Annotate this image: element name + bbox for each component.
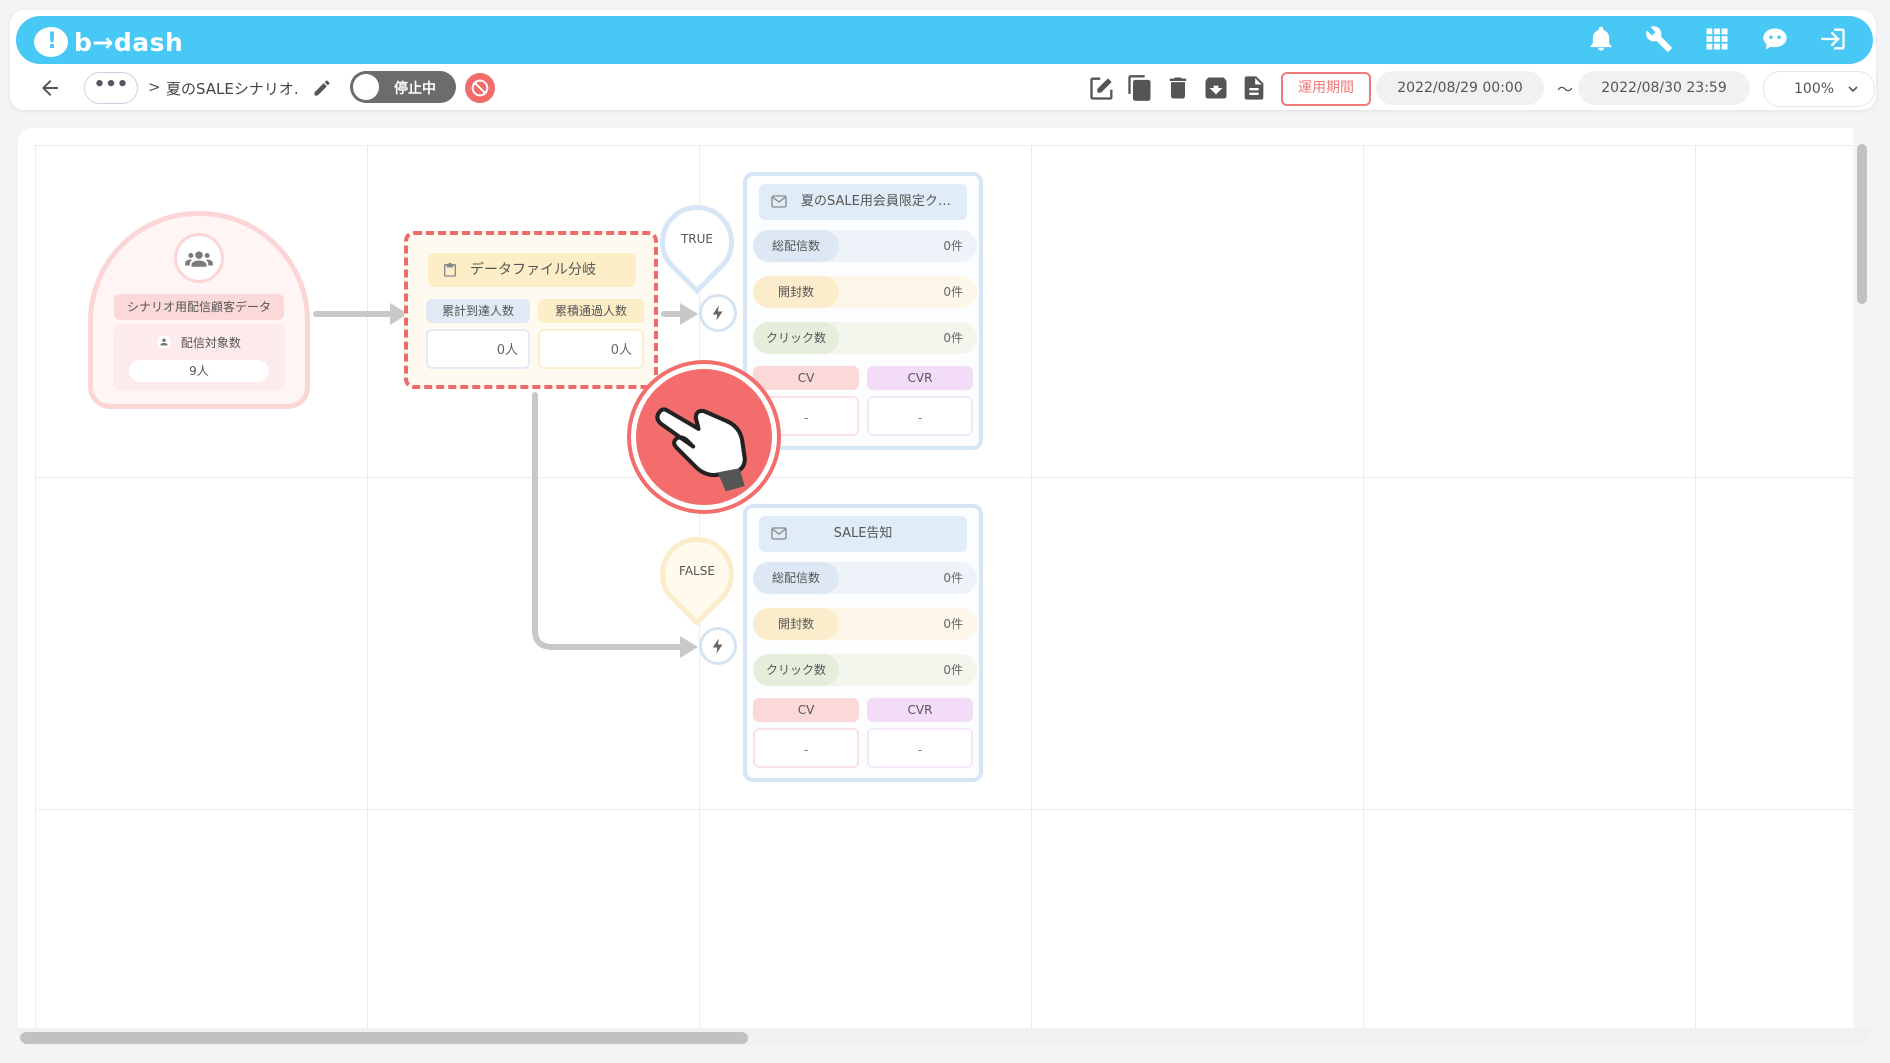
chevron-down-icon <box>1848 86 1858 93</box>
cvr-value: - <box>867 396 973 436</box>
start-metric-row: 配信対象数 <box>113 334 285 351</box>
target-count-value: 9人 <box>129 360 269 382</box>
click-value: 0件 <box>943 331 963 345</box>
open-value: 0件 <box>943 285 963 299</box>
click-value: 0件 <box>943 663 963 677</box>
cvr-value: - <box>867 728 973 768</box>
mail-node-false[interactable]: SALE告知 総配信数 0件 開封数 0件 クリック数 0件 CV CVR - … <box>743 504 983 782</box>
zoom-select[interactable]: 100% <box>1763 71 1875 107</box>
document-icon[interactable] <box>1240 74 1268 102</box>
operation-period-button[interactable]: 運用期間 <box>1281 72 1371 106</box>
apps-grid-icon[interactable] <box>1700 22 1734 56</box>
open-label: 開封数 <box>753 276 839 308</box>
mail-icon <box>771 195 787 208</box>
status-toggle-label: 停止中 <box>394 81 436 97</box>
person-icon <box>157 335 171 349</box>
wrench-icon[interactable] <box>1642 22 1676 56</box>
click-label: クリック数 <box>753 654 839 686</box>
breadcrumb-more-button[interactable]: ••• <box>84 72 138 104</box>
sent-row: 総配信数 0件 <box>753 230 977 262</box>
mail-node-true[interactable]: 夏のSALE用会員限定ク… 総配信数 0件 開封数 0件 クリック数 0件 CV… <box>743 172 983 450</box>
click-row: クリック数 0件 <box>753 654 977 686</box>
copy-icon[interactable] <box>1126 74 1154 102</box>
open-row: 開封数 0件 <box>753 276 977 308</box>
sent-value: 0件 <box>943 239 963 253</box>
mail-title-text: 夏のSALE用会員限定ク… <box>801 194 951 209</box>
bell-icon[interactable] <box>1584 22 1618 56</box>
click-label: クリック数 <box>753 322 839 354</box>
no-entry-icon[interactable] <box>465 73 495 103</box>
back-arrow-icon[interactable] <box>38 76 62 100</box>
breadcrumb-separator: > <box>148 78 161 96</box>
passed-count-value: 0人 <box>538 329 644 369</box>
date-range-separator: 〜 <box>1557 80 1574 99</box>
scenario-title: 夏のSALEシナリオ. <box>166 80 299 98</box>
clipboard-icon <box>444 262 456 277</box>
trigger-bolt-icon[interactable] <box>699 294 737 332</box>
archive-icon[interactable] <box>1202 74 1230 102</box>
horizontal-scroll-thumb[interactable] <box>20 1032 748 1044</box>
chat-bot-icon[interactable] <box>1758 22 1792 56</box>
open-row: 開封数 0件 <box>753 608 977 640</box>
users-group-icon <box>174 233 224 283</box>
toggle-knob <box>353 74 379 100</box>
mail-title: 夏のSALE用会員限定ク… <box>759 184 967 220</box>
vertical-scrollbar[interactable] <box>1853 128 1871 1028</box>
open-value: 0件 <box>943 617 963 631</box>
logo[interactable]: b→dash <box>34 24 183 60</box>
cv-value: - <box>753 728 859 768</box>
click-row: クリック数 0件 <box>753 322 977 354</box>
branch-title: データファイル分岐 <box>428 253 636 287</box>
logo-mark-icon <box>34 27 68 57</box>
mail-title-text: SALE告知 <box>833 526 893 541</box>
zoom-value: 100% <box>1794 81 1835 97</box>
end-date-field[interactable]: 2022/08/30 23:59 <box>1578 71 1750 105</box>
status-toggle[interactable]: 停止中 <box>350 71 456 103</box>
start-date-field[interactable]: 2022/08/29 00:00 <box>1376 71 1544 105</box>
open-label: 開封数 <box>753 608 839 640</box>
data-file-branch-node[interactable]: データファイル分岐 累計到達人数 累積通過人数 0人 0人 <box>404 231 658 389</box>
reached-count-value: 0人 <box>426 329 530 369</box>
vertical-scroll-thumb[interactable] <box>1857 144 1867 304</box>
mail-title: SALE告知 <box>759 516 967 552</box>
true-condition-label: TRUE <box>680 232 714 246</box>
reached-count-label: 累計到達人数 <box>426 299 530 323</box>
delete-icon[interactable] <box>1164 74 1192 102</box>
cvr-label: CVR <box>867 366 973 390</box>
branch-title-text: データファイル分岐 <box>470 262 596 278</box>
hand-pointer-icon <box>631 364 777 510</box>
horizontal-scrollbar[interactable] <box>18 1028 1871 1046</box>
sent-row: 総配信数 0件 <box>753 562 977 594</box>
trigger-bolt-icon[interactable] <box>699 627 737 665</box>
start-node-label: シナリオ用配信顧客データ <box>114 294 284 320</box>
start-metric-panel: 配信対象数 9人 <box>113 324 285 390</box>
top-icon-group <box>1584 22 1850 56</box>
sent-label: 総配信数 <box>753 230 839 262</box>
cv-label: CV <box>753 698 859 722</box>
target-count-label: 配信対象数 <box>180 336 241 350</box>
edit-icon[interactable] <box>1088 74 1116 102</box>
logo-text: b→dash <box>74 27 184 57</box>
sent-label: 総配信数 <box>753 562 839 594</box>
passed-count-label: 累積通過人数 <box>538 299 644 323</box>
false-condition-label: FALSE <box>679 564 715 578</box>
logout-icon[interactable] <box>1816 22 1850 56</box>
sent-value: 0件 <box>943 571 963 585</box>
rename-pencil-icon[interactable] <box>312 78 332 98</box>
cvr-label: CVR <box>867 698 973 722</box>
